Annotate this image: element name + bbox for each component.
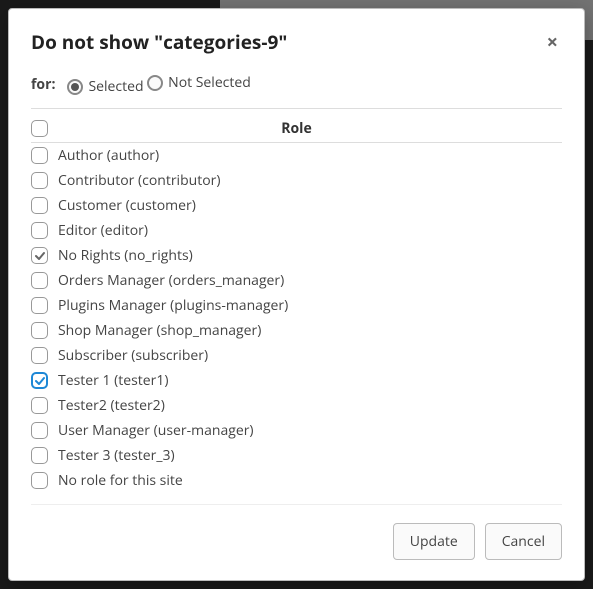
role-label: Tester 1 (tester1) — [58, 371, 168, 390]
role-label: User Manager (user-manager) — [58, 421, 254, 440]
table-row: Plugins Manager (plugins-manager) — [31, 293, 562, 318]
dialog-footer: Update Cancel — [31, 504, 562, 560]
dialog-header: Do not show "categories-9" × — [31, 29, 562, 55]
role-label: Plugins Manager (plugins-manager) — [58, 296, 288, 315]
close-icon[interactable]: × — [543, 30, 562, 54]
role-checkbox[interactable] — [31, 472, 48, 489]
radio-label: Not Selected — [168, 73, 251, 92]
select-all-checkbox[interactable] — [31, 120, 48, 137]
radio-icon — [67, 79, 83, 95]
role-label: No role for this site — [58, 471, 183, 490]
table-row: Editor (editor) — [31, 218, 562, 243]
role-checkbox[interactable] — [31, 147, 48, 164]
table-row: Tester 1 (tester1) — [31, 368, 562, 393]
role-label: Shop Manager (shop_manager) — [58, 321, 261, 340]
role-column-header: Role — [59, 119, 562, 138]
table-row: Customer (customer) — [31, 193, 562, 218]
table-row: Contributor (contributor) — [31, 168, 562, 193]
table-row: Author (author) — [31, 143, 562, 168]
table-row: Shop Manager (shop_manager) — [31, 318, 562, 343]
role-checkbox[interactable] — [31, 272, 48, 289]
table-row: User Manager (user-manager) — [31, 418, 562, 443]
filter-radio-selected[interactable]: Selected — [67, 77, 143, 96]
table-row: Orders Manager (orders_manager) — [31, 268, 562, 293]
role-checkbox[interactable] — [31, 447, 48, 464]
filter-label: for: — [31, 75, 55, 94]
role-label: Author (author) — [58, 146, 159, 165]
role-label: No Rights (no_rights) — [58, 246, 193, 265]
table-row: Subscriber (subscriber) — [31, 343, 562, 368]
filter-radio-not-selected[interactable]: Not Selected — [147, 73, 251, 92]
radio-icon — [147, 75, 163, 91]
role-checkbox[interactable] — [31, 197, 48, 214]
table-row: Tester2 (tester2) — [31, 393, 562, 418]
role-checkbox[interactable] — [31, 222, 48, 239]
filter-row: for: Selected Not Selected — [31, 73, 562, 109]
update-button[interactable]: Update — [393, 523, 475, 560]
role-label: Customer (customer) — [58, 196, 196, 215]
table-row: No Rights (no_rights) — [31, 243, 562, 268]
role-label: Tester 3 (tester_3) — [58, 446, 175, 465]
role-label: Contributor (contributor) — [58, 171, 221, 190]
role-label: Editor (editor) — [58, 221, 148, 240]
role-label: Tester2 (tester2) — [58, 396, 165, 415]
role-label: Subscriber (subscriber) — [58, 346, 208, 365]
table-row: Tester 3 (tester_3) — [31, 443, 562, 468]
role-table-header: Role — [31, 115, 562, 143]
role-label: Orders Manager (orders_manager) — [58, 271, 284, 290]
cancel-button[interactable]: Cancel — [485, 523, 562, 560]
role-checkbox[interactable] — [31, 422, 48, 439]
role-checkbox[interactable] — [31, 372, 48, 389]
role-checkbox[interactable] — [31, 347, 48, 364]
role-checkbox[interactable] — [31, 397, 48, 414]
role-checkbox[interactable] — [31, 172, 48, 189]
dialog: Do not show "categories-9" × for: Select… — [8, 8, 585, 581]
role-checkbox[interactable] — [31, 247, 48, 264]
dialog-title: Do not show "categories-9" — [31, 29, 287, 55]
role-checkbox[interactable] — [31, 322, 48, 339]
table-row: No role for this site — [31, 468, 562, 493]
radio-label: Selected — [88, 77, 143, 96]
role-checkbox[interactable] — [31, 297, 48, 314]
role-table: Role Author (author) Contributor (contrib… — [31, 115, 562, 496]
